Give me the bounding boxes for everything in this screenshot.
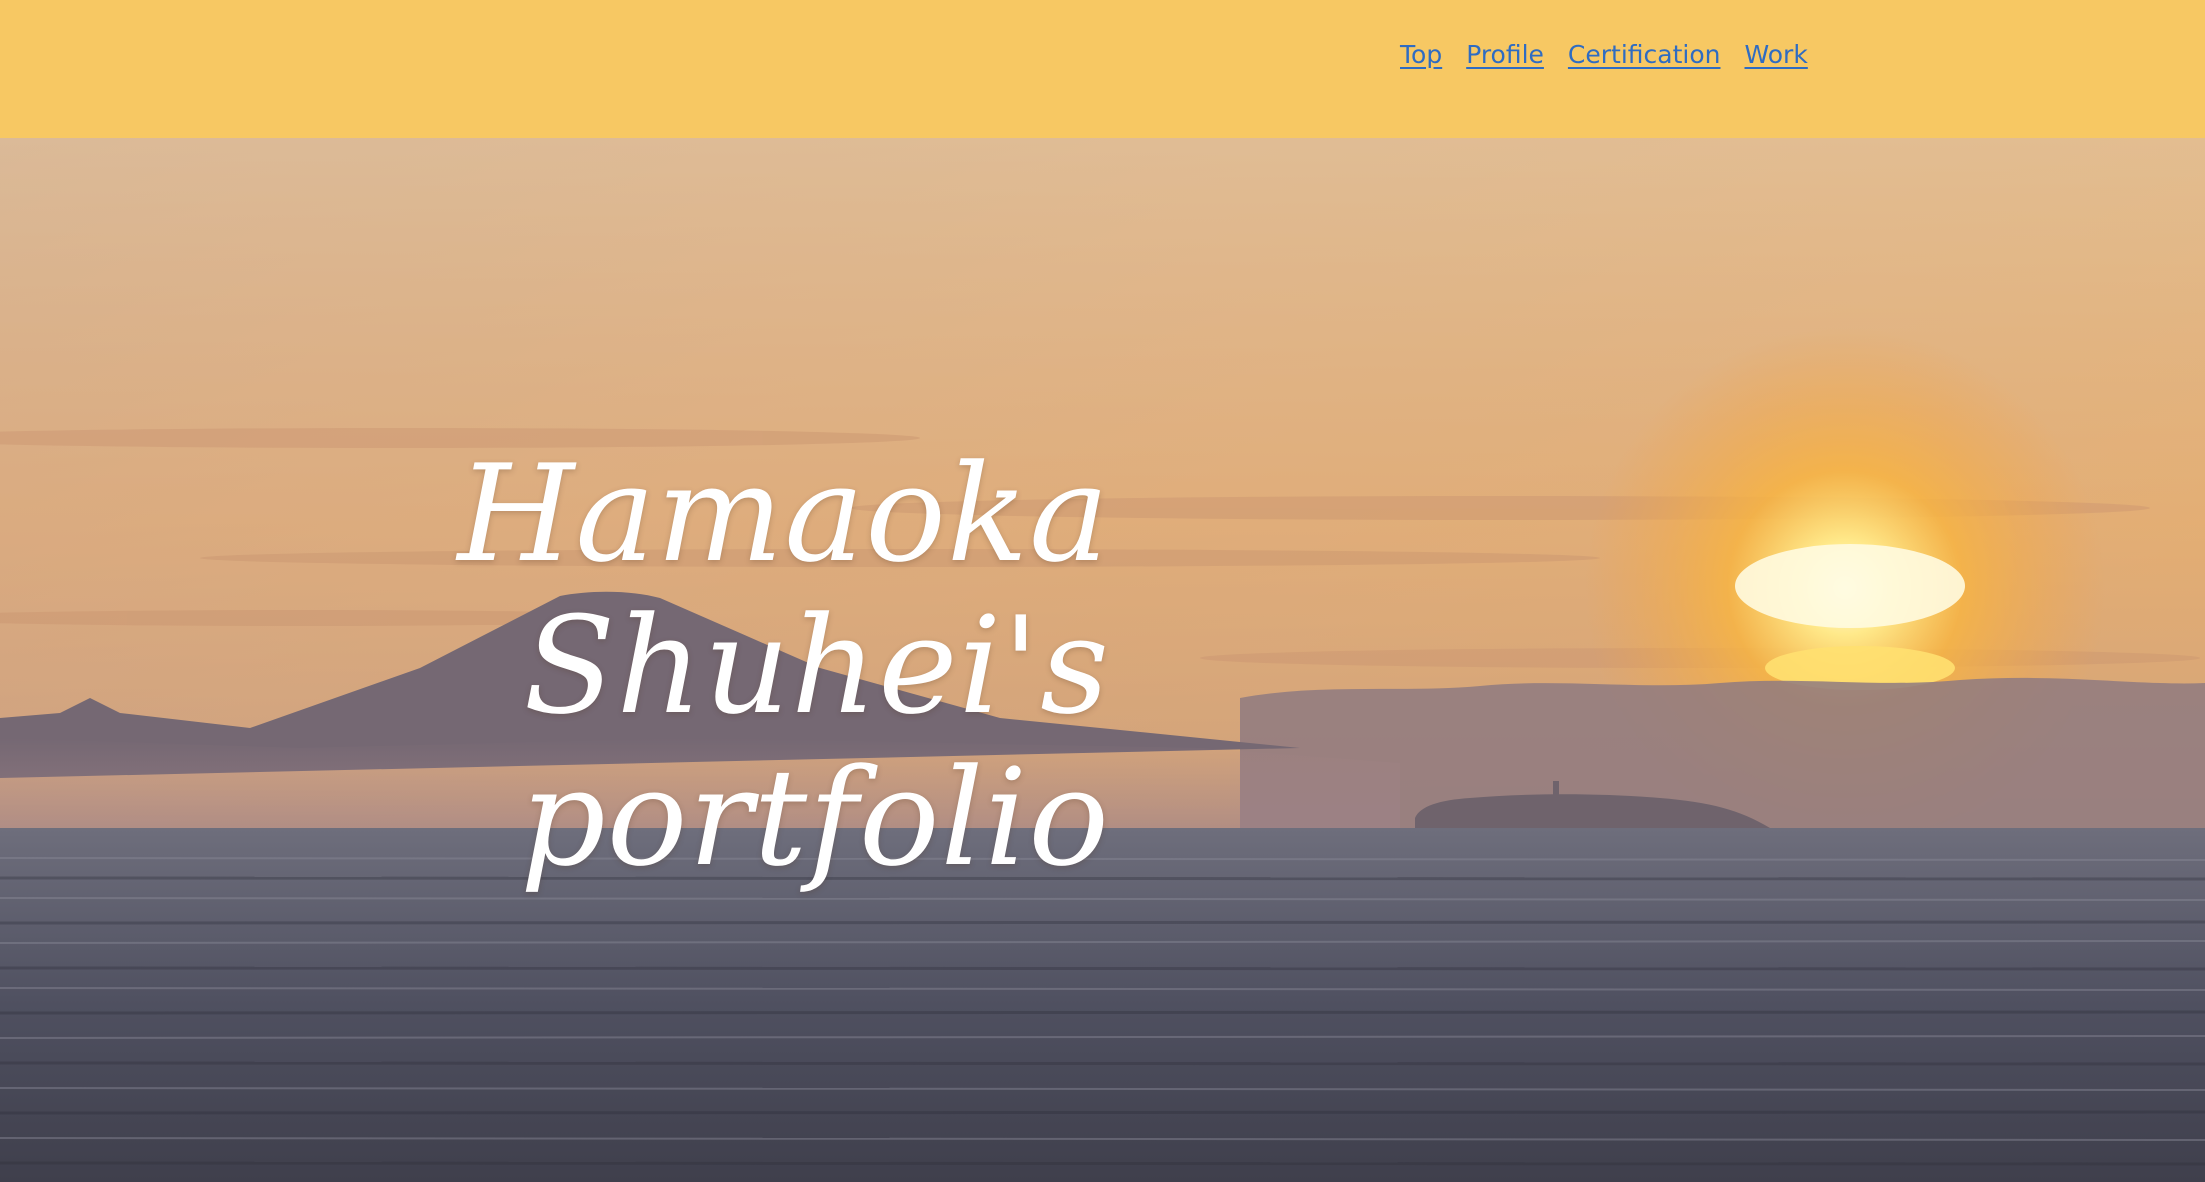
nav-link-work[interactable]: Work — [1745, 40, 1808, 69]
page: Top Profile Certification Work Hamaoka S… — [0, 0, 2205, 1182]
nav-link-top[interactable]: Top — [1400, 40, 1442, 69]
site-header: Top Profile Certification Work — [0, 0, 2205, 138]
nav-link-certification[interactable]: Certification — [1568, 40, 1721, 69]
hero-title: Hamaoka Shuhei's portfolio — [150, 438, 1110, 894]
hero-section: Hamaoka Shuhei's portfolio — [0, 138, 2205, 1182]
hero-title-line2: portfolio — [519, 740, 1110, 896]
nav-link-profile[interactable]: Profile — [1466, 40, 1544, 69]
hero-title-line1: Hamaoka Shuhei's — [457, 436, 1110, 744]
main-nav: Top Profile Certification Work — [1400, 40, 1808, 69]
